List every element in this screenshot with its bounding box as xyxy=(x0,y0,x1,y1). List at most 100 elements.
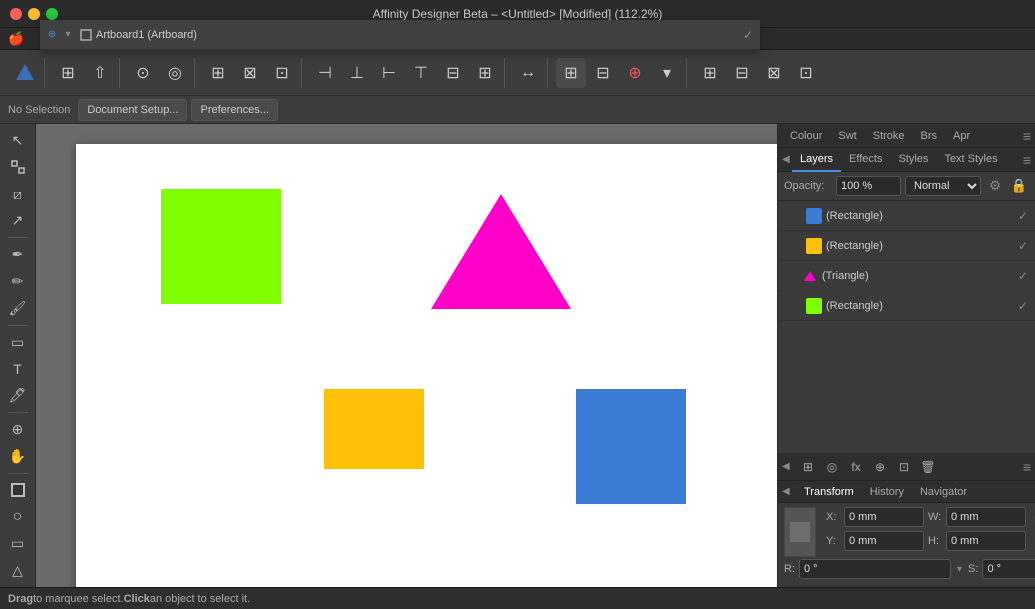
new-group-button[interactable]: ⊕ xyxy=(868,455,892,479)
intersect-button[interactable]: ⊠ xyxy=(759,58,789,88)
h-input[interactable] xyxy=(946,531,1026,551)
blue-rectangle[interactable] xyxy=(576,389,686,504)
mask-layer-button[interactable]: ◎ xyxy=(820,455,844,479)
tab-effects[interactable]: Effects xyxy=(841,148,890,172)
snap3-button[interactable]: ⊡ xyxy=(267,58,297,88)
tab-apr[interactable]: Apr xyxy=(945,124,978,148)
pen-tool-button[interactable]: ✒ xyxy=(4,242,32,267)
share-button[interactable]: ⇧ xyxy=(85,58,115,88)
add-artboard-button[interactable]: ⊞ xyxy=(695,58,725,88)
delete-layer-button[interactable]: 🗑 xyxy=(916,455,940,479)
layer-settings-button[interactable]: ⚙ xyxy=(985,176,1005,196)
color-picker-button[interactable]: 🖊 xyxy=(4,383,32,408)
app-icon-button[interactable] xyxy=(10,58,40,88)
mask-button[interactable]: ⊙ xyxy=(128,58,158,88)
panel-collapse-btn[interactable]: ◀ xyxy=(782,154,792,165)
tab-styles[interactable]: Styles xyxy=(890,148,936,172)
magenta-triangle[interactable] xyxy=(431,194,571,309)
window-title: Affinity Designer Beta – <Untitled> [Mod… xyxy=(373,7,663,21)
flip-h-button[interactable]: ↔ xyxy=(513,58,543,88)
snapping-dropdown[interactable]: ▾ xyxy=(652,58,682,88)
snapping-button[interactable]: ⊞ xyxy=(556,58,586,88)
panel-icons-menu[interactable]: ≡ xyxy=(1023,459,1031,475)
snap-button[interactable]: ⊞ xyxy=(203,58,233,88)
select-tool-button[interactable]: ↖ xyxy=(4,128,32,153)
maximize-button[interactable] xyxy=(46,8,58,20)
y-input[interactable] xyxy=(844,531,924,551)
hand-tool-button[interactable]: ✋ xyxy=(4,444,32,469)
apple-menu[interactable]: 🍎 xyxy=(8,31,24,47)
tab-stroke[interactable]: Stroke xyxy=(865,124,913,148)
subtract-button[interactable]: ⊟ xyxy=(727,58,757,88)
grid-view-button[interactable]: ⊞ xyxy=(53,58,83,88)
wh-lock-button[interactable]: 🔒 xyxy=(1030,507,1035,527)
yellow-rectangle[interactable] xyxy=(324,389,424,469)
snap2-button[interactable]: ⊠ xyxy=(235,58,265,88)
align-bottom-button[interactable]: ⊞ xyxy=(470,58,500,88)
rectangle-tool-button[interactable]: ▭ xyxy=(4,531,32,556)
tab-brs[interactable]: Brs xyxy=(913,124,946,148)
right-panel: Colour Swt Stroke Brs Apr ≡ ◀ Layers Eff… xyxy=(777,124,1035,587)
layer-check-0[interactable]: ✓ xyxy=(1015,208,1031,224)
snapping3-button[interactable]: ⊕ xyxy=(620,58,650,88)
drag-label: Drag xyxy=(8,593,33,605)
tab-text-styles[interactable]: Text Styles xyxy=(936,148,1005,172)
duplicate-button[interactable]: ⊡ xyxy=(892,455,916,479)
layer-check-1[interactable]: ✓ xyxy=(1015,238,1031,254)
align-vcenter-button[interactable]: ⊟ xyxy=(438,58,468,88)
align-right-button[interactable]: ⊢ xyxy=(374,58,404,88)
layer-lock-button[interactable]: 🔒 xyxy=(1009,176,1029,196)
transform-tool-button[interactable]: ↗ xyxy=(4,209,32,234)
canvas-area[interactable] xyxy=(36,124,777,587)
minimize-button[interactable] xyxy=(28,8,40,20)
align-top-button[interactable]: ⊤ xyxy=(406,58,436,88)
divide-button[interactable]: ⊡ xyxy=(791,58,821,88)
layer-item-1[interactable]: (Rectangle) ✓ xyxy=(778,231,1035,261)
blend-mode-select[interactable]: Normal Multiply Screen Overlay xyxy=(905,176,981,196)
window-controls[interactable] xyxy=(10,8,58,20)
panel-menu-button[interactable]: ≡ xyxy=(1023,128,1031,144)
toolbar-group-transform: ↔ xyxy=(509,58,548,88)
tab-swt[interactable]: Swt xyxy=(830,124,864,148)
document-setup-button[interactable]: Document Setup... xyxy=(78,99,187,121)
fx-button[interactable]: fx xyxy=(844,455,868,479)
zoom-tool-button[interactable]: ⊕ xyxy=(4,417,32,442)
node-tool-button[interactable] xyxy=(4,155,32,180)
w-input[interactable] xyxy=(946,507,1026,527)
toolbar-group-app xyxy=(6,58,45,88)
crop-tool-button[interactable]: ⧄ xyxy=(4,182,32,207)
preferences-button[interactable]: Preferences... xyxy=(191,99,277,121)
tab-layers[interactable]: Layers xyxy=(792,148,841,172)
layer-check-2[interactable]: ✓ xyxy=(1015,268,1031,284)
erase-button[interactable]: ◎ xyxy=(160,58,190,88)
tab-navigator[interactable]: Navigator xyxy=(912,481,975,503)
s-input[interactable] xyxy=(982,559,1035,579)
panel-icons-collapse-btn[interactable]: ◀ xyxy=(782,461,792,472)
tab-transform[interactable]: Transform xyxy=(796,481,862,503)
ellipse-tool-button[interactable]: ○ xyxy=(4,505,32,530)
layers-panel-menu-button[interactable]: ≡ xyxy=(1023,152,1031,168)
shape-tool-button[interactable]: ▭ xyxy=(4,330,32,355)
transform-panel-collapse-btn[interactable]: ◀ xyxy=(782,486,792,497)
snapping2-button[interactable]: ⊟ xyxy=(588,58,618,88)
align-center-button[interactable]: ⊥ xyxy=(342,58,372,88)
layer-check-3[interactable]: ✓ xyxy=(1015,298,1031,314)
green-rectangle[interactable] xyxy=(161,189,281,304)
fill-color-button[interactable] xyxy=(4,478,32,503)
text-tool-button[interactable]: T xyxy=(4,357,32,382)
close-button[interactable] xyxy=(10,8,22,20)
align-left-button[interactable]: ⊣ xyxy=(310,58,340,88)
x-input[interactable] xyxy=(844,507,924,527)
layer-item-3[interactable]: (Rectangle) ✓ xyxy=(778,291,1035,321)
tab-history[interactable]: History xyxy=(862,481,912,503)
triangle-tool-button[interactable]: △ xyxy=(4,558,32,583)
opacity-input[interactable] xyxy=(836,176,901,196)
tab-colour[interactable]: Colour xyxy=(782,124,830,148)
add-layer-button[interactable]: ⊞ xyxy=(796,455,820,479)
pencil-tool-button[interactable]: ✏ xyxy=(4,269,32,294)
r-input[interactable] xyxy=(799,559,951,579)
brush-tool-button[interactable]: 🖌 xyxy=(4,296,32,321)
layer-item-0[interactable]: (Rectangle) ✓ xyxy=(778,201,1035,231)
w-label: W: xyxy=(928,511,942,523)
layer-item-2[interactable]: (Triangle) ✓ xyxy=(778,261,1035,291)
